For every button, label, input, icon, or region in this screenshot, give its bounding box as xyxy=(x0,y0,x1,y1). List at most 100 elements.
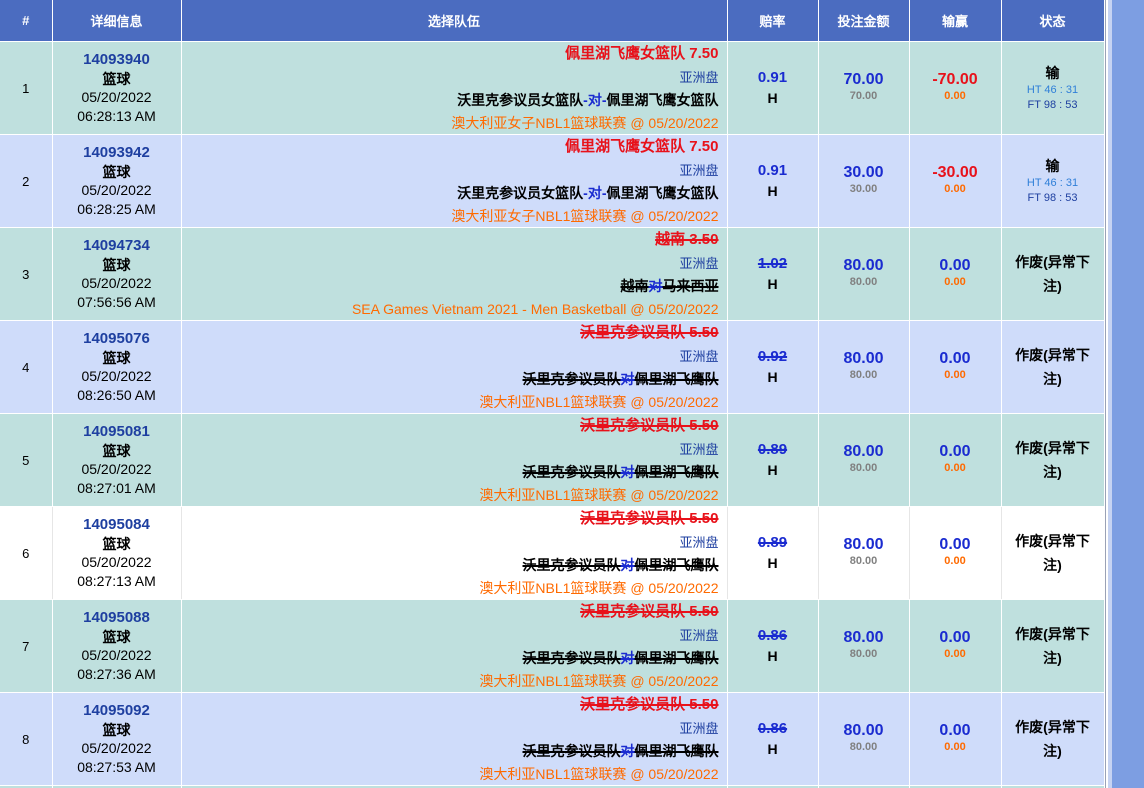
commission-amount: 0.00 xyxy=(944,276,966,288)
sport-type: 篮球 xyxy=(102,721,131,738)
stake-amount: 80.00 xyxy=(843,536,884,553)
at-symbol: @ xyxy=(630,114,645,131)
col-header-info: 详细信息 xyxy=(52,0,182,42)
league-name: 澳大利亚女子NBL1篮球联赛 xyxy=(451,207,627,224)
bet-date: 05/20/2022 xyxy=(81,89,152,105)
ticket-id[interactable]: 14095076 xyxy=(53,330,181,349)
winloss-cell: 0.00 0.00 xyxy=(909,692,1002,786)
sport-type: 篮球 xyxy=(102,628,131,645)
row-index: 4 xyxy=(22,359,30,375)
row-number: 5 xyxy=(0,413,53,507)
scrollbar-track[interactable] xyxy=(1108,0,1144,788)
selection-cell: 越南 3.50 亚洲盘 越南对马来西亚 SEA Games Vietnam 20… xyxy=(181,227,728,321)
halftime-score: HT 46 : 31 xyxy=(1026,177,1079,189)
row-index: 2 xyxy=(22,173,30,189)
at-symbol: @ xyxy=(630,672,645,689)
versus-label: -对- xyxy=(583,185,607,201)
league-line: 澳大利亚女子NBL1篮球联赛 @ 05/20/2022 xyxy=(182,112,718,135)
versus-label: 对 xyxy=(620,743,635,759)
league-line: 澳大利亚NBL1篮球联赛 @ 05/20/2022 xyxy=(182,577,719,600)
winloss-amount: -30.00 xyxy=(932,164,978,181)
market-type: 亚洲盘 xyxy=(679,720,719,736)
col-header-stake: 投注金额 xyxy=(818,0,910,42)
odds-cell: 0.86 H xyxy=(727,599,819,693)
ticket-id[interactable]: 14095088 xyxy=(53,609,181,628)
league-date: 05/20/2022 xyxy=(648,579,719,596)
matchup: 越南对马来西亚 xyxy=(182,275,719,298)
status-cell: 作废(异常下注) xyxy=(1001,692,1104,786)
detail-info-cell: 14095092 篮球 05/20/2022 08:27:53 AM xyxy=(52,692,182,786)
stake-amount: 80.00 xyxy=(843,257,884,274)
ticket-id[interactable]: 14095081 xyxy=(53,423,181,442)
market-type: 亚洲盘 xyxy=(679,441,719,457)
ticket-id[interactable]: 14093940 xyxy=(53,51,181,70)
league-date: 05/20/2022 xyxy=(648,486,719,503)
versus-label: 对 xyxy=(620,557,635,573)
league-line: 澳大利亚女子NBL1篮球联赛 @ 05/20/2022 xyxy=(182,205,719,228)
odds-cell: 0.89 H xyxy=(727,506,819,600)
status-cell: 作废(异常下注) xyxy=(1001,506,1104,600)
at-symbol: @ xyxy=(630,486,645,503)
odds-value: 0.91 xyxy=(757,162,788,179)
bet-date: 05/20/2022 xyxy=(81,368,152,384)
market-type: 亚洲盘 xyxy=(679,534,719,550)
league-name: 澳大利亚NBL1篮球联赛 xyxy=(479,393,627,410)
league-name: 澳大利亚NBL1篮球联赛 xyxy=(479,765,627,782)
market-type: 亚洲盘 xyxy=(679,255,719,271)
matchup: 沃里克参议员队对佩里湖飞鹰队 xyxy=(182,461,719,484)
detail-info-cell: 14093940 篮球 05/20/2022 06:28:13 AM xyxy=(52,41,182,135)
ticket-id[interactable]: 14095084 xyxy=(53,516,181,535)
stake-cell: 80.00 80.00 xyxy=(818,227,910,321)
detail-info-cell: 14094734 篮球 05/20/2022 07:56:56 AM xyxy=(52,227,182,321)
table-row: 3 14094734 篮球 05/20/2022 07:56:56 AM 越南 … xyxy=(0,227,1104,321)
stake-valid-amount: 80.00 xyxy=(849,555,878,567)
scrollbar-edge xyxy=(1108,0,1112,788)
bet-date: 05/20/2022 xyxy=(81,740,152,756)
commission-amount: 0.00 xyxy=(944,555,966,567)
row-index: 7 xyxy=(22,638,30,654)
league-date: 05/20/2022 xyxy=(648,207,719,224)
winloss-amount: 0.00 xyxy=(939,443,971,460)
home-team: 沃里克参议员队 xyxy=(522,557,621,573)
row-number: 3 xyxy=(0,227,53,321)
home-team: 沃里克参议员女篮队 xyxy=(457,92,584,108)
selection-cell: 沃里克参议员队 5.50 亚洲盘 沃里克参议员队对佩里湖飞鹰队 澳大利亚NBL1… xyxy=(181,692,728,786)
ticket-id[interactable]: 14095092 xyxy=(53,702,181,721)
selected-team-handicap: 沃里克参议员队 5.50 xyxy=(580,696,719,713)
table-row: 7 14095088 篮球 05/20/2022 08:27:36 AM 沃里克… xyxy=(0,599,1104,693)
bet-time: 06:28:25 AM xyxy=(77,200,156,217)
stake-valid-amount: 80.00 xyxy=(849,741,878,753)
league-name: 澳大利亚NBL1篮球联赛 xyxy=(479,579,627,596)
status-cell: 输 HT 46 : 31 FT 98 : 53 xyxy=(1001,41,1104,135)
stake-cell: 80.00 80.00 xyxy=(818,320,910,414)
versus-label: 对 xyxy=(648,278,663,294)
winloss-cell: -70.00 0.00 xyxy=(909,41,1002,135)
stake-valid-amount: 80.00 xyxy=(849,462,878,474)
ticket-id[interactable]: 14094734 xyxy=(53,237,181,256)
col-header-status: 状态 xyxy=(1001,0,1104,42)
away-team: 佩里湖飞鹰队 xyxy=(634,743,719,759)
detail-info-cell: 14095076 篮球 05/20/2022 08:26:50 AM xyxy=(52,320,182,414)
sport-type: 篮球 xyxy=(102,70,131,87)
bet-side: H xyxy=(767,648,778,664)
league-name: 澳大利亚女子NBL1篮球联赛 xyxy=(451,114,627,131)
stake-amount: 70.00 xyxy=(843,71,884,88)
sport-type: 篮球 xyxy=(102,256,131,273)
status-void: 作废(异常下注) xyxy=(1015,347,1090,387)
away-team: 佩里湖飞鹰队 xyxy=(634,371,719,387)
status-void: 作废(异常下注) xyxy=(1015,626,1090,666)
winloss-cell: 0.00 0.00 xyxy=(909,227,1002,321)
bet-date: 05/20/2022 xyxy=(81,182,152,198)
row-number: 6 xyxy=(0,506,53,600)
home-team: 沃里克参议员队 xyxy=(522,464,621,480)
odds-value: 0.86 xyxy=(757,720,788,737)
stake-cell: 70.00 70.00 xyxy=(818,41,910,135)
commission-amount: 0.00 xyxy=(944,183,966,195)
status-void: 作废(异常下注) xyxy=(1015,719,1090,759)
table-row: 6 14095084 篮球 05/20/2022 08:27:13 AM 沃里克… xyxy=(0,506,1104,600)
odds-value: 0.89 xyxy=(757,441,788,458)
league-date: 05/20/2022 xyxy=(648,765,719,782)
at-symbol: @ xyxy=(630,765,645,782)
ticket-id[interactable]: 14093942 xyxy=(53,144,181,163)
row-number: 2 xyxy=(0,134,53,228)
